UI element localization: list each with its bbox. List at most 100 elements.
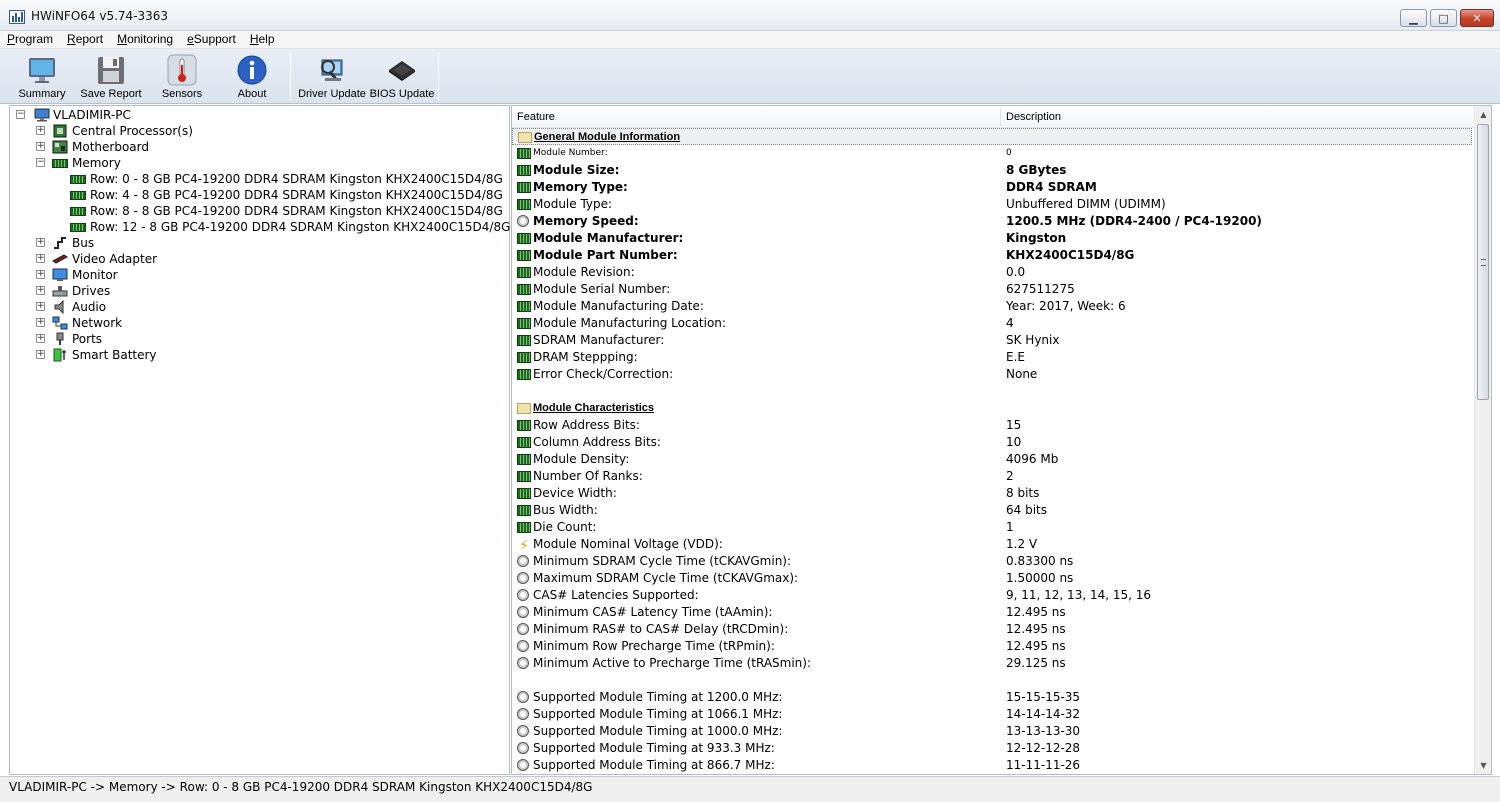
detail-row[interactable]: Minimum Row Precharge Time (tRPmin): 12.4…: [512, 638, 1474, 655]
detail-row[interactable]: Module Size: 8 GBytes: [512, 162, 1474, 179]
detail-row[interactable]: Module Manufacturing Location: 4: [512, 315, 1474, 332]
detail-row[interactable]: Device Width: 8 bits: [512, 485, 1474, 502]
description-cell: None: [1006, 367, 1038, 381]
scroll-thumb[interactable]: [1477, 124, 1489, 400]
detail-row[interactable]: Minimum CAS# Latency Time (tAAmin): 12.49…: [512, 604, 1474, 621]
feature-cell: Module Manufacturing Date:: [533, 299, 704, 313]
menu-esupport[interactable]: eSupport: [180, 31, 243, 48]
expand-icon[interactable]: +: [36, 126, 45, 135]
ram-icon: [517, 522, 531, 533]
detail-row[interactable]: Minimum Active to Precharge Time (tRASmi…: [512, 655, 1474, 672]
menu-report[interactable]: Report: [60, 31, 110, 48]
expand-icon[interactable]: +: [36, 350, 45, 359]
feature-column-header[interactable]: Feature: [517, 111, 555, 123]
feature-cell: DRAM Steppping:: [533, 350, 638, 364]
details-scrollbar[interactable]: ▲ ▼: [1474, 106, 1491, 774]
tree-label-memory: Memory: [72, 156, 121, 170]
description-cell: KHX2400C15D4/8G: [1006, 248, 1135, 262]
column-resize-handle[interactable]: [1000, 108, 1001, 126]
tree-label-memory-row: Row: 8 - 8 GB PC4-19200 DDR4 SDRAM Kings…: [90, 204, 503, 218]
collapse-icon[interactable]: −: [36, 158, 45, 167]
detail-row[interactable]: Module Density: 4096 Mb: [512, 451, 1474, 468]
speaker-icon: [54, 300, 64, 314]
bios-update-label: BIOS Update: [369, 88, 435, 100]
detail-row[interactable]: Column Address Bits: 10: [512, 434, 1474, 451]
detail-row[interactable]: Minimum RAS# to CAS# Delay (tRCDmin): 12.…: [512, 621, 1474, 638]
expand-icon[interactable]: +: [36, 254, 45, 263]
ram-icon: [52, 159, 68, 168]
network-icon: [52, 316, 68, 330]
detail-row[interactable]: CAS# Latencies Supported: 9, 11, 12, 13, …: [512, 587, 1474, 604]
minimize-button[interactable]: ▁: [1400, 9, 1427, 27]
voltage-bolt-icon: ⚡: [519, 538, 529, 554]
section-icon: [518, 132, 532, 143]
detail-row[interactable]: Supported Module Timing at 1066.1 MHz: 14…: [512, 706, 1474, 723]
section-header-row[interactable]: General Module Information: [512, 128, 1472, 145]
detail-row[interactable]: Supported Module Timing at 1000.0 MHz: 13…: [512, 723, 1474, 740]
expand-icon[interactable]: +: [36, 334, 45, 343]
detail-row[interactable]: Module Type: Unbuffered DIMM (UDIMM): [512, 196, 1474, 213]
tree-label-smart-battery: Smart Battery: [72, 348, 157, 362]
expand-icon[interactable]: +: [36, 270, 45, 279]
detail-row[interactable]: ⚡ Module Nominal Voltage (VDD): 1.2 V: [512, 536, 1474, 553]
tree-label-cpu: Central Processor(s): [72, 124, 193, 138]
feature-cell: Module Density:: [533, 452, 630, 466]
feature-cell: CAS# Latencies Supported:: [533, 588, 699, 602]
ram-icon: [517, 284, 531, 295]
detail-row[interactable]: Module Manufacturing Date: Year: 2017, We…: [512, 298, 1474, 315]
ram-icon: [517, 488, 531, 499]
driver-update-button[interactable]: Driver Update: [298, 49, 366, 103]
close-button[interactable]: ✕: [1460, 9, 1494, 27]
menu-monitoring[interactable]: Monitoring: [110, 31, 180, 48]
tree-label-memory-row: Row: 12 - 8 GB PC4-19200 DDR4 SDRAM King…: [90, 220, 511, 234]
detail-row[interactable]: SDRAM Manufacturer: SK Hynix: [512, 332, 1474, 349]
expand-icon[interactable]: +: [36, 238, 45, 247]
detail-row[interactable]: Bus Width: 64 bits: [512, 502, 1474, 519]
scroll-down-arrow-icon[interactable]: ▼: [1475, 757, 1491, 774]
detail-row[interactable]: Module Part Number: KHX2400C15D4/8G: [512, 247, 1474, 264]
expand-icon[interactable]: +: [36, 318, 45, 327]
detail-row[interactable]: Minimum SDRAM Cycle Time (tCKAVGmin): 0.8…: [512, 553, 1474, 570]
ram-icon: [517, 148, 531, 159]
ram-icon: [517, 267, 531, 278]
scroll-up-arrow-icon[interactable]: ▲: [1475, 106, 1491, 123]
feature-cell: Error Check/Correction:: [533, 367, 674, 381]
bios-update-button[interactable]: BIOS Update: [368, 49, 436, 103]
feature-cell: SDRAM Manufacturer:: [533, 333, 665, 347]
detail-row[interactable]: Supported Module Timing at 933.3 MHz: 12-…: [512, 740, 1474, 757]
detail-row[interactable]: Maximum SDRAM Cycle Time (tCKAVGmax): 1.5…: [512, 570, 1474, 587]
detail-row[interactable]: Supported Module Timing at 1200.0 MHz: 15…: [512, 689, 1474, 706]
window-title: HWiNFO64 v5.74-3363: [31, 9, 169, 23]
detail-row[interactable]: Module Number: 0: [512, 145, 1474, 162]
section-header-row[interactable]: Module Characteristics: [512, 400, 1474, 417]
device-tree-pane[interactable]: − VLADIMIR-PC + Central Processor(s) + M…: [9, 105, 510, 775]
detail-row[interactable]: DRAM Steppping: E.E: [512, 349, 1474, 366]
collapse-icon[interactable]: −: [16, 110, 25, 119]
feature-cell: Module Size:: [533, 163, 620, 177]
maximize-button[interactable]: □: [1430, 9, 1457, 27]
sensors-button[interactable]: Sensors: [148, 49, 216, 103]
expand-icon[interactable]: +: [36, 302, 45, 311]
expand-icon[interactable]: +: [36, 286, 45, 295]
detail-row[interactable]: Memory Speed: 1200.5 MHz (DDR4-2400 / PC4…: [512, 213, 1474, 230]
summary-button[interactable]: Summary: [8, 49, 76, 103]
menu-help[interactable]: Help: [243, 31, 282, 48]
detail-row[interactable]: Module Revision: 0.0: [512, 264, 1474, 281]
menu-program[interactable]: Program: [0, 31, 60, 48]
about-button[interactable]: About: [218, 49, 286, 103]
detail-row[interactable]: Module Serial Number: 627511275: [512, 281, 1474, 298]
save-report-button[interactable]: Save Report: [77, 49, 145, 103]
detail-row[interactable]: Die Count: 1: [512, 519, 1474, 536]
expand-icon[interactable]: +: [36, 142, 45, 151]
feature-cell: Module Characteristics: [533, 402, 655, 414]
detail-row[interactable]: Error Check/Correction: None: [512, 366, 1474, 383]
detail-row[interactable]: Row Address Bits: 15: [512, 417, 1474, 434]
detail-row[interactable]: Memory Type: DDR4 SDRAM: [512, 179, 1474, 196]
floppy-disk-icon: [98, 57, 124, 84]
feature-cell: Minimum SDRAM Cycle Time (tCKAVGmin):: [533, 554, 792, 568]
detail-row[interactable]: Supported Module Timing at 866.7 MHz: 11-…: [512, 757, 1474, 774]
hwinfo-app-icon: [9, 10, 25, 24]
description-column-header[interactable]: Description: [1006, 111, 1061, 123]
detail-row[interactable]: Number Of Ranks: 2: [512, 468, 1474, 485]
detail-row[interactable]: Module Manufacturer: Kingston: [512, 230, 1474, 247]
